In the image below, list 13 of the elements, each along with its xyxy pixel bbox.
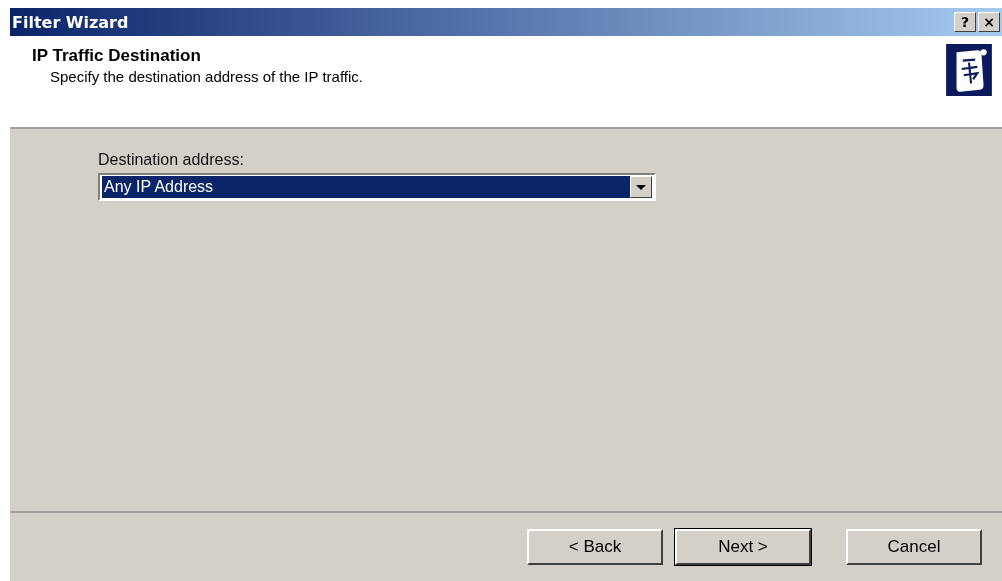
page-subtitle: Specify the destination address of the IP traffic.	[50, 68, 363, 85]
window-title: Filter Wizard	[12, 12, 129, 32]
caret-icon	[636, 184, 646, 190]
destination-dropdown[interactable]: Any IP Address	[98, 173, 656, 201]
dropdown-button[interactable]	[630, 176, 652, 198]
field-label: Destination address:	[98, 151, 245, 169]
page-title: IP Traffic Destination	[32, 46, 202, 66]
wizard-button[interactable]: < Back	[527, 529, 663, 565]
scroll-icon	[946, 44, 992, 96]
wizard-button[interactable]: Cancel	[846, 529, 982, 565]
wizard-button[interactable]: Next >	[675, 529, 811, 565]
close-button[interactable]: ×	[978, 12, 1000, 32]
help-button[interactable]: ?	[954, 12, 976, 32]
